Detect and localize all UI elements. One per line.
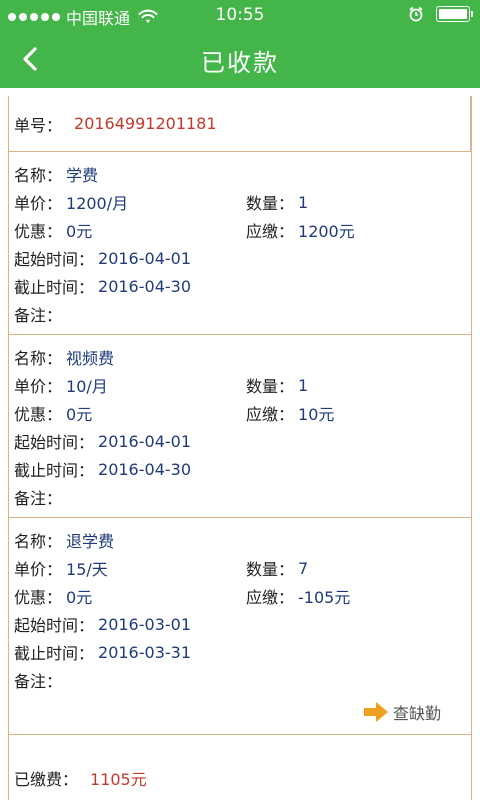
- unit-price-label: 单价：: [14, 194, 63, 213]
- page-title: 已收款: [201, 49, 279, 77]
- alarm-clock-icon: [409, 6, 423, 22]
- end-time-value: 2016-04-30: [98, 459, 191, 479]
- quantity-value: 7: [298, 558, 309, 578]
- discount-label: 优惠：: [14, 405, 63, 424]
- paid-total-label: 已缴费：: [14, 769, 79, 789]
- status-right: [408, 6, 473, 22]
- start-time-value: 2016-04-01: [98, 431, 191, 451]
- fee-name-value: 视频费: [66, 349, 115, 368]
- discount-label: 优惠：: [14, 588, 63, 607]
- fee-name-value: 退学费: [66, 532, 115, 551]
- quantity-value: 1: [298, 375, 309, 395]
- fee-item: 名称： 视频费 单价： 10/月 数量： 1 优惠： 0元 应缴： 10元 起始…: [9, 335, 471, 518]
- note-label: 备注：: [14, 489, 63, 508]
- check-absence-label: 查缺勤: [392, 704, 441, 723]
- order-number-label: 单号：: [14, 115, 63, 135]
- unit-price-label: 单价：: [14, 377, 63, 396]
- start-time-label: 起始时间：: [14, 433, 95, 452]
- payable-value: 10元: [298, 405, 335, 424]
- order-number-value: 20164991201181: [74, 114, 217, 133]
- quantity-value: 1: [298, 192, 309, 212]
- unit-price-value: 1200/月: [66, 194, 129, 213]
- payable-label: 应缴：: [246, 588, 295, 607]
- discount-value: 0元: [66, 222, 93, 241]
- note-label: 备注：: [14, 672, 63, 691]
- battery-icon: [436, 6, 473, 22]
- fee-name-label: 名称：: [14, 166, 63, 185]
- quantity-label: 数量：: [246, 194, 295, 213]
- fee-actions: 查缺勤: [14, 694, 471, 734]
- check-absence-button[interactable]: 查缺勤: [363, 700, 441, 724]
- end-time-value: 2016-04-30: [98, 276, 191, 296]
- nav-bar: 已收款: [0, 30, 480, 88]
- fee-name-label: 名称：: [14, 349, 63, 368]
- paid-total-row: 已缴费： 1105元: [9, 735, 471, 800]
- start-time-label: 起始时间：: [14, 616, 95, 635]
- fee-item: 名称： 学费 单价： 1200/月 数量： 1 优惠： 0元 应缴： 1200元: [9, 152, 471, 335]
- payable-label: 应缴：: [246, 222, 295, 241]
- receipt-content: 单号： 20164991201181 名称： 学费 单价： 1200/月 数量：…: [8, 96, 472, 800]
- discount-label: 优惠：: [14, 222, 63, 241]
- unit-price-value: 15/天: [66, 560, 108, 579]
- payable-value: 1200元: [298, 222, 355, 241]
- fee-name-value: 学费: [66, 166, 99, 185]
- order-number-row: 单号： 20164991201181: [9, 96, 471, 152]
- paid-total-value: 1105元: [90, 769, 147, 789]
- unit-price-value: 10/月: [66, 377, 108, 396]
- payable-label: 应缴：: [246, 405, 295, 424]
- start-time-label: 起始时间：: [14, 250, 95, 269]
- fee-name-label: 名称：: [14, 532, 63, 551]
- arrow-right-icon: [363, 702, 388, 722]
- discount-value: 0元: [66, 405, 93, 424]
- fee-item: 名称： 退学费 单价： 15/天 数量： 7 优惠： 0元 应缴： -105元: [9, 518, 471, 735]
- start-time-value: 2016-03-01: [98, 614, 191, 634]
- end-time-value: 2016-03-31: [98, 642, 191, 662]
- note-label: 备注：: [14, 306, 63, 325]
- end-time-label: 截止时间：: [14, 278, 95, 297]
- end-time-label: 截止时间：: [14, 644, 95, 663]
- discount-value: 0元: [66, 588, 93, 607]
- end-time-label: 截止时间：: [14, 461, 95, 480]
- status-bar: 中国联通 10:55: [0, 0, 480, 30]
- quantity-label: 数量：: [246, 560, 295, 579]
- payable-value: -105元: [298, 588, 351, 607]
- start-time-value: 2016-04-01: [98, 248, 191, 268]
- unit-price-label: 单价：: [14, 560, 63, 579]
- quantity-label: 数量：: [246, 377, 295, 396]
